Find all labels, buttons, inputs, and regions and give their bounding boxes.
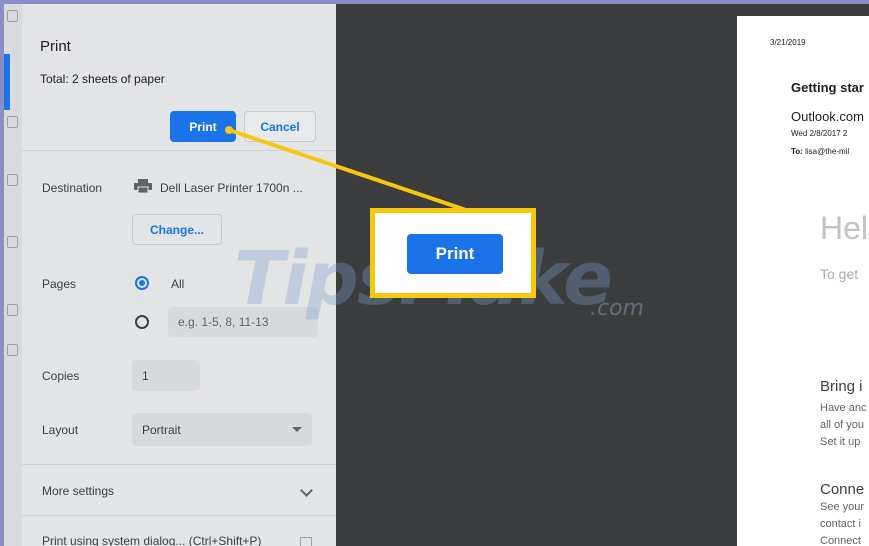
print-button-zoomed[interactable]: Print <box>407 234 503 274</box>
preview-from: Outlook.com <box>791 109 864 124</box>
screenshot-frame: Print Total: 2 sheets of paper Print Can… <box>4 4 869 546</box>
preview-date: 3/21/2019 <box>770 38 806 47</box>
preview-subtitle: To get <box>820 266 859 282</box>
preview-hello: Hel <box>820 210 869 246</box>
preview-section-connect: Conne <box>820 481 865 498</box>
preview-line: contact i <box>820 518 861 530</box>
preview-line: Set it up <box>820 436 861 448</box>
preview-heading: Getting star <box>791 80 864 95</box>
preview-line: See your <box>820 501 865 513</box>
preview-line: all of you <box>820 419 865 431</box>
preview-line: Connect <box>820 535 861 546</box>
preview-section-bring: Bring i <box>820 378 863 395</box>
print-preview-page: 3/21/2019 Getting star Outlook.com Wed 2… <box>737 16 869 546</box>
print-callout-highlight: Print <box>370 208 536 298</box>
preview-to: To: lisa@the-mil <box>791 147 850 156</box>
preview-sent-date: Wed 2/8/2017 2 <box>791 129 848 138</box>
preview-line: Have anc <box>820 402 867 414</box>
